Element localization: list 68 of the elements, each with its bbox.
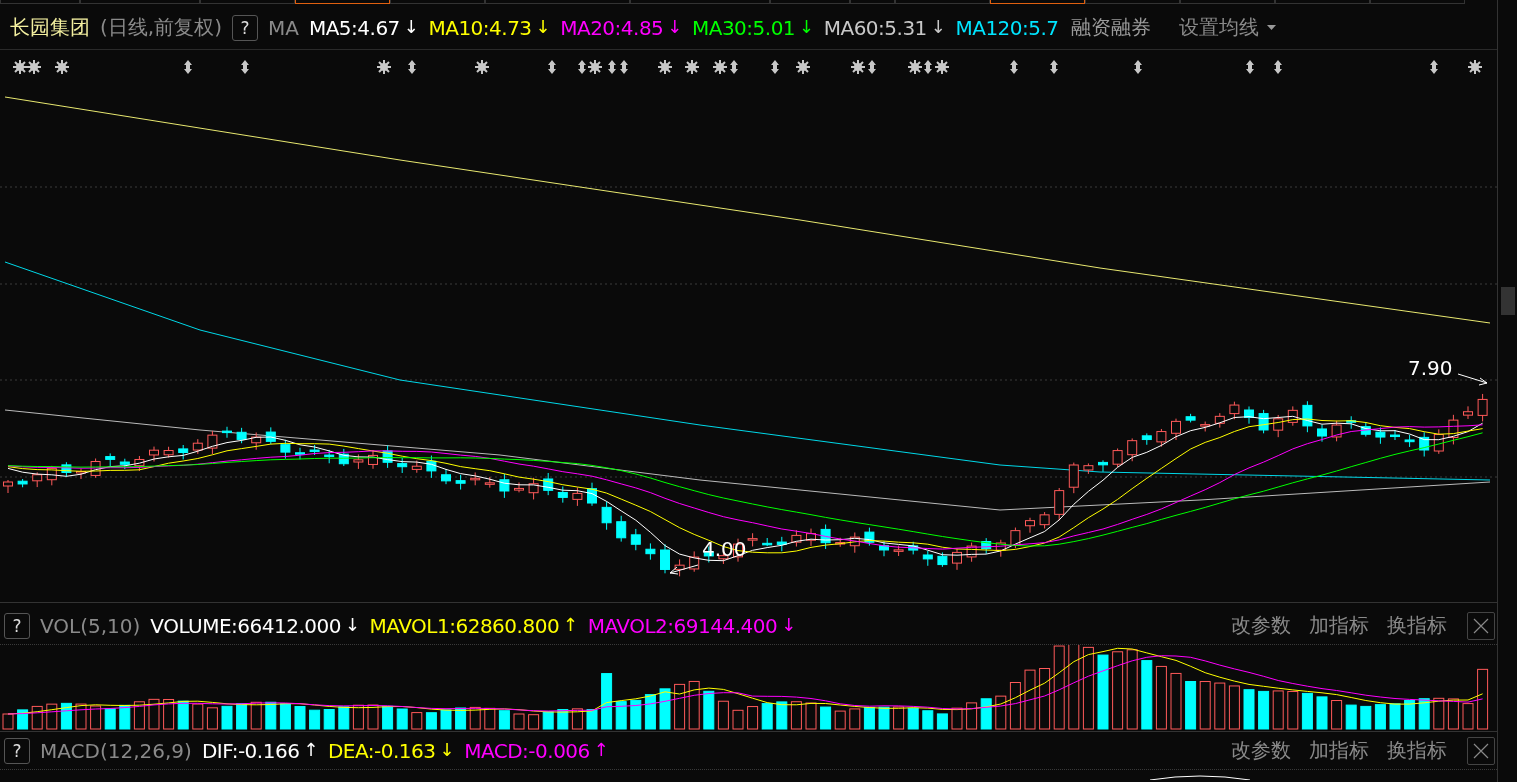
star-marker-icon[interactable] xyxy=(475,60,489,74)
indicator-name: MA xyxy=(267,15,299,40)
indicator-action-button[interactable]: 换指标 xyxy=(1383,737,1451,764)
indicator-reading: MAVOL1:62860.800 ↑ xyxy=(369,613,578,638)
star-marker-icon[interactable] xyxy=(935,60,949,74)
period-label: (日线,前复权) xyxy=(100,14,222,41)
star-marker-icon[interactable] xyxy=(27,60,41,74)
close-icon xyxy=(1473,617,1489,634)
double-arrow-icon[interactable] xyxy=(545,60,559,74)
high-price-label: 7.90 xyxy=(1408,356,1453,380)
double-arrow-icon[interactable] xyxy=(921,60,935,74)
help-button[interactable]: ? xyxy=(4,612,30,639)
indicator-reading: DEA:-0.163 ↓ xyxy=(327,738,455,763)
double-arrow-icon[interactable] xyxy=(1243,60,1257,74)
ma-reading: MA120:5.7 xyxy=(955,15,1059,40)
double-arrow-icon[interactable] xyxy=(575,60,589,74)
ma-reading: MA5:4.67 ↓ xyxy=(308,15,419,40)
help-button[interactable]: ? xyxy=(4,737,30,764)
caret-icon xyxy=(1266,25,1276,30)
double-arrow-icon[interactable] xyxy=(405,60,419,74)
star-marker-icon[interactable] xyxy=(685,60,699,74)
ma-settings-button[interactable]: 设置均线 xyxy=(1174,14,1280,41)
indicator-name: MACD(12,26,9) xyxy=(40,738,192,763)
double-arrow-icon[interactable] xyxy=(1047,60,1061,74)
indicator-action-button[interactable]: 改参数 xyxy=(1227,612,1295,639)
indicator-action-button[interactable]: 加指标 xyxy=(1305,612,1373,639)
scroll-thumb[interactable] xyxy=(1501,287,1515,315)
double-arrow-icon[interactable] xyxy=(181,60,195,74)
ma-reading: MA30:5.01 ↓ xyxy=(691,15,814,40)
star-marker-icon[interactable] xyxy=(377,60,391,74)
double-arrow-icon[interactable] xyxy=(768,60,782,74)
double-arrow-icon[interactable] xyxy=(1427,60,1441,74)
close-button[interactable] xyxy=(1467,611,1495,640)
star-marker-icon[interactable] xyxy=(851,60,865,74)
star-marker-icon[interactable] xyxy=(908,60,922,74)
ma-reading: MA60:5.31 ↓ xyxy=(823,15,946,40)
double-arrow-icon[interactable] xyxy=(1131,60,1145,74)
indicator-reading: MAVOL2:69144.400 ↓ xyxy=(587,613,796,638)
star-marker-icon[interactable] xyxy=(713,60,727,74)
double-arrow-icon[interactable] xyxy=(865,60,879,74)
ma-reading: MA20:4.85 ↓ xyxy=(560,15,682,40)
star-marker-icon[interactable] xyxy=(1468,60,1482,74)
star-marker-icon[interactable] xyxy=(588,60,602,74)
leader-line xyxy=(1457,373,1488,386)
margin-trading-link[interactable]: 融资融券 xyxy=(1070,14,1151,41)
help-button[interactable]: ? xyxy=(231,14,258,41)
double-arrow-icon[interactable] xyxy=(1271,60,1285,74)
double-arrow-icon[interactable] xyxy=(605,60,619,74)
indicator-reading: MACD:-0.006 ↑ xyxy=(464,738,609,763)
star-marker-icon[interactable] xyxy=(658,60,672,74)
double-arrow-icon[interactable] xyxy=(727,60,741,74)
indicator-action-button[interactable]: 改参数 xyxy=(1227,737,1295,764)
indicator-reading: VOLUME:66412.000 ↓ xyxy=(150,613,360,638)
star-marker-icon[interactable] xyxy=(55,60,69,74)
stock-name: 长园集团 xyxy=(10,14,90,41)
indicator-reading: DIF:-0.166 ↑ xyxy=(201,738,318,763)
close-icon xyxy=(1473,742,1489,759)
double-arrow-icon[interactable] xyxy=(1007,60,1021,74)
leader-line xyxy=(669,564,699,575)
double-arrow-icon[interactable] xyxy=(617,60,631,74)
indicator-action-button[interactable]: 换指标 xyxy=(1383,612,1451,639)
double-arrow-icon[interactable] xyxy=(238,60,252,74)
close-button[interactable] xyxy=(1467,736,1495,765)
ma-reading: MA10:4.73 ↓ xyxy=(428,15,551,40)
indicator-action-button[interactable]: 加指标 xyxy=(1305,737,1373,764)
star-marker-icon[interactable] xyxy=(13,60,27,74)
indicator-name: VOL(5,10) xyxy=(40,613,141,638)
star-marker-icon[interactable] xyxy=(796,60,810,74)
